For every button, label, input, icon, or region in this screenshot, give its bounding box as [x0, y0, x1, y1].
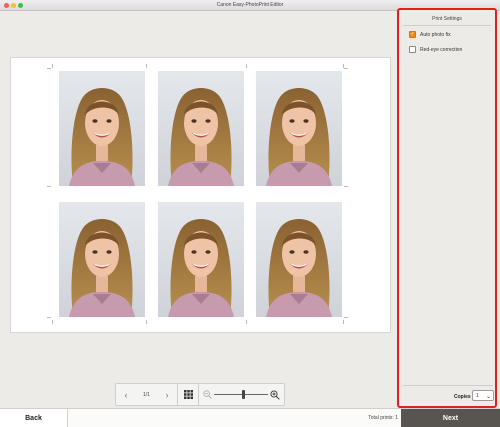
zoom-slider-track — [214, 394, 268, 395]
preview-area: ‹ 1/1 › — [0, 11, 397, 408]
zoom-in-icon[interactable] — [270, 389, 280, 400]
chevron-left-icon[interactable]: ‹ — [116, 384, 136, 405]
copies-value: 1 — [476, 392, 479, 399]
panel-title: Print Settings — [403, 12, 491, 26]
page-indicator: 1/1 — [143, 391, 150, 398]
copies-label: Copies — [454, 394, 471, 400]
photo-5[interactable] — [158, 202, 244, 317]
grid-view-icon[interactable] — [178, 384, 198, 405]
footer-bar: Back Total prints: 1 Next — [0, 408, 500, 427]
next-button[interactable]: Next — [401, 409, 500, 427]
zoom-out-icon[interactable] — [203, 390, 212, 399]
print-settings-panel: Print Settings ✓ Auto photo fix Red-eye … — [397, 8, 497, 408]
photo-2[interactable] — [158, 71, 244, 186]
chevron-down-icon: ⌄ — [485, 394, 491, 400]
red-eye-correction-label: Red-eye correction — [420, 46, 463, 53]
copies-select[interactable]: 1 ⌄ — [472, 390, 494, 401]
zoom-control — [199, 389, 280, 400]
auto-photo-fix-label: Auto photo fix — [420, 31, 451, 38]
red-eye-correction-checkbox[interactable] — [409, 46, 416, 53]
auto-photo-fix-option[interactable]: ✓ Auto photo fix — [409, 31, 451, 38]
copies-row: Copies 1 ⌄ — [403, 385, 494, 406]
photo-1[interactable] — [59, 71, 145, 186]
paper-preview — [10, 57, 391, 333]
photo-4[interactable] — [59, 202, 145, 317]
chevron-right-icon[interactable]: › — [157, 384, 177, 405]
zoom-slider-knob[interactable] — [242, 390, 245, 399]
auto-photo-fix-checkbox[interactable]: ✓ — [409, 31, 416, 38]
preview-navigation: ‹ 1/1 › — [115, 383, 285, 406]
photo-3[interactable] — [256, 71, 342, 186]
total-prints: Total prints: 1 — [368, 415, 398, 421]
red-eye-correction-option[interactable]: Red-eye correction — [409, 46, 462, 53]
photo-6[interactable] — [256, 202, 342, 317]
zoom-slider[interactable] — [214, 390, 268, 399]
back-button[interactable]: Back — [0, 409, 68, 427]
